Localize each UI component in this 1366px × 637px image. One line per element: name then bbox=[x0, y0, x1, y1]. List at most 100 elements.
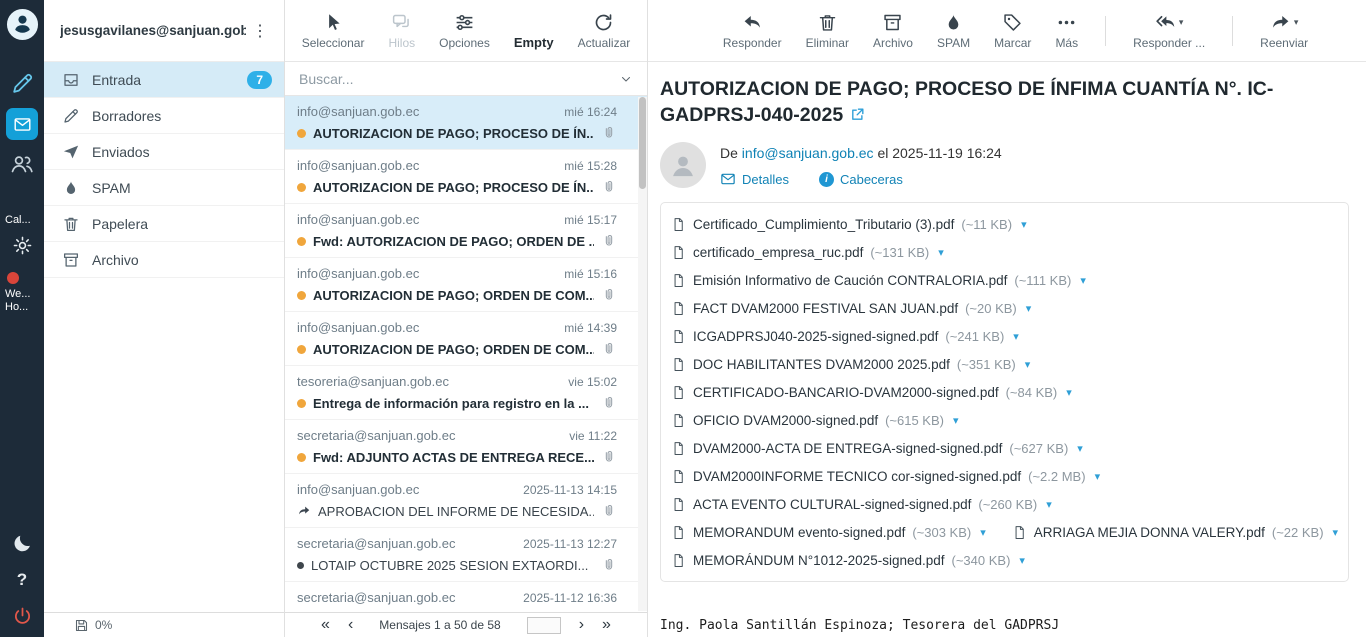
attachment-menu-caret-icon[interactable]: ▾ bbox=[980, 526, 986, 539]
page-next-button[interactable]: › bbox=[579, 617, 584, 633]
message-row[interactable]: secretaria@sanjuan.gob.ec vie 11:22 Fwd:… bbox=[285, 420, 647, 474]
page-prev-button[interactable]: ‹ bbox=[348, 617, 353, 633]
sidebar-item-calendar[interactable]: Cal... bbox=[0, 214, 44, 227]
more-button[interactable]: Más bbox=[1048, 8, 1085, 54]
question-icon: ? bbox=[17, 570, 27, 590]
attachment-menu-caret-icon[interactable]: ▾ bbox=[1333, 526, 1339, 539]
message-date: 2025-11-13 12:27 bbox=[523, 537, 617, 551]
search-input[interactable] bbox=[299, 71, 611, 87]
paperclip-icon bbox=[601, 449, 617, 465]
attachment-menu-caret-icon[interactable]: ▾ bbox=[1095, 470, 1101, 483]
spam-button[interactable]: SPAM bbox=[930, 8, 977, 54]
message-subject: AUTORIZACION DE PAGO; ORDEN DE COM... bbox=[313, 342, 594, 357]
attachment-menu-caret-icon[interactable]: ▾ bbox=[1021, 218, 1027, 231]
attachment-item[interactable]: DVAM2000INFORME TECNICO cor-signed-signe… bbox=[671, 468, 1100, 485]
person-icon bbox=[669, 151, 697, 179]
body-line: Ing. Paola Santillán Espinoza; Tesorera … bbox=[660, 616, 1349, 636]
message-row[interactable]: info@sanjuan.gob.ec mié 14:39 AUTORIZACI… bbox=[285, 312, 647, 366]
message-row[interactable]: tesoreria@sanjuan.gob.ec vie 15:02 Entre… bbox=[285, 366, 647, 420]
folder-item-archivo[interactable]: Archivo bbox=[44, 242, 284, 278]
folder-item-enviados[interactable]: Enviados bbox=[44, 134, 284, 170]
attachment-menu-caret-icon[interactable]: ▾ bbox=[938, 246, 944, 259]
folder-item-entrada[interactable]: Entrada 7 bbox=[44, 62, 284, 98]
refresh-button[interactable]: Actualizar bbox=[571, 8, 638, 54]
attachment-item[interactable]: DVAM2000-ACTA DE ENTREGA-signed-signed.p… bbox=[671, 440, 1083, 457]
attachment-item[interactable]: FACT DVAM2000 FESTIVAL SAN JUAN.pdf (~20… bbox=[671, 300, 1031, 317]
help-button[interactable]: ? bbox=[0, 570, 44, 606]
attachment-menu-caret-icon[interactable]: ▾ bbox=[953, 414, 959, 427]
flame-icon bbox=[943, 12, 964, 33]
trash-icon bbox=[817, 12, 838, 33]
attachment-menu-caret-icon[interactable]: ▾ bbox=[1025, 358, 1031, 371]
headers-link[interactable]: i Cabeceras bbox=[819, 171, 903, 187]
attachment-item[interactable]: ACTA EVENTO CULTURAL-signed-signed.pdf (… bbox=[671, 496, 1052, 513]
account-menu-kebab-icon[interactable]: ⋮ bbox=[246, 19, 274, 43]
reply-all-button[interactable]: ▾ Responder ... bbox=[1126, 8, 1212, 54]
attachment-menu-caret-icon[interactable]: ▾ bbox=[1077, 442, 1083, 455]
logout-button[interactable] bbox=[0, 606, 44, 637]
archive-button[interactable]: Archivo bbox=[866, 8, 920, 54]
attachment-item[interactable]: MEMORÁNDUM N°1012-2025-signed.pdf (~340 … bbox=[671, 552, 1025, 569]
message-row[interactable]: info@sanjuan.gob.ec mié 15:28 AUTORIZACI… bbox=[285, 150, 647, 204]
attachment-menu-caret-icon[interactable]: ▾ bbox=[1026, 302, 1032, 315]
from-email-link[interactable]: info@sanjuan.gob.ec bbox=[742, 145, 874, 161]
message-row[interactable]: secretaria@sanjuan.gob.ec 2025-11-13 12:… bbox=[285, 528, 647, 582]
list-scrollbar[interactable] bbox=[638, 97, 647, 611]
mail-nav-button[interactable] bbox=[0, 96, 44, 140]
message-row[interactable]: info@sanjuan.gob.ec mié 16:24 AUTORIZACI… bbox=[285, 96, 647, 150]
folder-item-spam[interactable]: SPAM bbox=[44, 170, 284, 206]
message-row[interactable]: secretaria@sanjuan.gob.ec 2025-11-12 16:… bbox=[285, 582, 647, 612]
forward-button[interactable]: ▾ Reenviar bbox=[1253, 8, 1315, 54]
attachment-item[interactable]: ICGADPRSJ040-2025-signed-signed.pdf (~24… bbox=[671, 328, 1019, 345]
search-options-chevron-icon[interactable] bbox=[619, 72, 633, 86]
chevron-down-icon[interactable]: ▾ bbox=[1294, 17, 1299, 28]
contacts-nav-button[interactable] bbox=[0, 140, 44, 176]
attachment-row: DVAM2000-ACTA DE ENTREGA-signed-signed.p… bbox=[671, 434, 1338, 462]
attachment-item[interactable]: ARRIAGA MEJIA DONNA VALERY.pdf (~22 KB) … bbox=[1012, 524, 1338, 541]
reply-button[interactable]: Responder bbox=[716, 8, 789, 54]
attachment-menu-caret-icon[interactable]: ▾ bbox=[1019, 554, 1025, 567]
attachment-row: FACT DVAM2000 FESTIVAL SAN JUAN.pdf (~20… bbox=[671, 294, 1338, 322]
webmail-home-label-1: We... bbox=[5, 288, 42, 301]
attachment-menu-caret-icon[interactable]: ▾ bbox=[1013, 330, 1019, 343]
search-bar[interactable] bbox=[285, 62, 647, 96]
folder-item-borradores[interactable]: Borradores bbox=[44, 98, 284, 134]
page-last-button[interactable]: » bbox=[602, 617, 611, 633]
attachment-item[interactable]: DOC HABILITANTES DVAM2000 2025.pdf (~351… bbox=[671, 356, 1030, 373]
folder-item-papelera[interactable]: Papelera bbox=[44, 206, 284, 242]
select-button[interactable]: Seleccionar bbox=[295, 8, 372, 54]
options-button[interactable]: Opciones bbox=[432, 8, 497, 54]
page-first-button[interactable]: « bbox=[321, 617, 330, 633]
attachment-item[interactable]: OFICIO DVAM2000-signed.pdf (~615 KB) ▾ bbox=[671, 412, 959, 429]
delete-button[interactable]: Eliminar bbox=[799, 8, 856, 54]
dark-mode-button[interactable] bbox=[0, 533, 44, 570]
details-link[interactable]: Detalles bbox=[720, 171, 789, 187]
attachment-item[interactable]: certificado_empresa_ruc.pdf (~131 KB) ▾ bbox=[671, 244, 944, 261]
attachment-menu-caret-icon[interactable]: ▾ bbox=[1046, 498, 1052, 511]
attachment-item[interactable]: CERTIFICADO-BANCARIO-DVAM2000-signed.pdf… bbox=[671, 384, 1072, 401]
attachment-item[interactable]: Emisión Informativo de Caución CONTRALOR… bbox=[671, 272, 1086, 289]
message-row[interactable]: info@sanjuan.gob.ec 2025-11-13 14:15 APR… bbox=[285, 474, 647, 528]
sidebar-item-webmail-home[interactable]: We... Ho... bbox=[0, 272, 44, 314]
message-row[interactable]: info@sanjuan.gob.ec mié 15:16 AUTORIZACI… bbox=[285, 258, 647, 312]
empty-button[interactable]: Empty bbox=[507, 7, 561, 54]
message-row[interactable]: info@sanjuan.gob.ec mié 15:17 Fwd: AUTOR… bbox=[285, 204, 647, 258]
unread-dot-icon bbox=[297, 183, 306, 192]
attachment-item[interactable]: MEMORANDUM evento-signed.pdf (~303 KB) ▾ bbox=[671, 524, 986, 541]
attachment-item[interactable]: Certificado_Cumplimiento_Tributario (3).… bbox=[671, 216, 1027, 233]
app-logo[interactable] bbox=[0, 0, 44, 41]
account-email: jesusgavilanes@sanjuan.gob.ec bbox=[60, 23, 246, 38]
chevron-down-icon[interactable]: ▾ bbox=[1179, 17, 1184, 28]
tag-icon bbox=[1002, 12, 1023, 33]
settings-button[interactable] bbox=[0, 227, 44, 256]
attachment-menu-caret-icon[interactable]: ▾ bbox=[1066, 386, 1072, 399]
gear-icon bbox=[12, 235, 33, 256]
list-scrollbar-thumb[interactable] bbox=[639, 97, 646, 189]
threads-button[interactable]: Hilos bbox=[381, 8, 422, 54]
forwarded-icon bbox=[297, 504, 311, 518]
attachment-menu-caret-icon[interactable]: ▾ bbox=[1080, 274, 1086, 287]
page-input[interactable] bbox=[527, 617, 561, 634]
external-link-icon[interactable] bbox=[850, 107, 865, 122]
mark-button[interactable]: Marcar bbox=[987, 8, 1038, 54]
compose-button[interactable] bbox=[0, 41, 44, 96]
